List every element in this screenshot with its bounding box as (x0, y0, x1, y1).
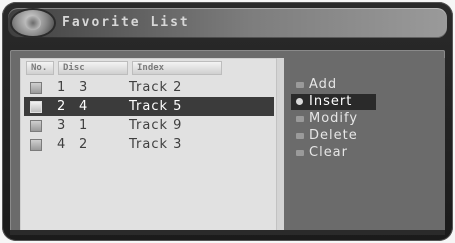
list-row-3[interactable]: 3 1 Track 9 (24, 116, 274, 135)
list-header: No. Disc Index (26, 61, 222, 75)
menu-item-label: Modify (309, 111, 359, 126)
row-track: Track 3 (129, 137, 183, 152)
row-number: 1 (57, 80, 67, 95)
row-number: 2 (57, 99, 67, 114)
list-scrollbar[interactable] (276, 58, 284, 235)
action-menu: Add Insert Modify Delete Clear (291, 77, 377, 162)
menu-item-modify[interactable]: Modify (291, 111, 377, 127)
row-disc: 4 (79, 99, 89, 114)
checkbox-icon[interactable] (30, 139, 42, 151)
checkbox-icon[interactable] (30, 101, 42, 113)
header-disc: Disc (58, 61, 128, 75)
bullet-icon (296, 133, 304, 139)
row-track: Track 9 (129, 118, 183, 133)
row-disc: 2 (79, 137, 89, 152)
row-number: 3 (57, 118, 67, 133)
page-title: Favorite List (62, 15, 190, 30)
bullet-icon (296, 150, 304, 156)
bullet-icon (296, 82, 304, 88)
row-disc: 3 (79, 80, 89, 95)
list-row-1[interactable]: 1 3 Track 2 (24, 78, 274, 97)
menu-item-delete[interactable]: Delete (291, 128, 377, 144)
menu-item-clear[interactable]: Clear (291, 145, 377, 161)
menu-item-label: Delete (309, 128, 358, 143)
row-track: Track 5 (129, 99, 183, 114)
favorite-list: 1 3 Track 2 2 4 Track 5 3 1 Track 9 4 2 … (24, 78, 274, 154)
row-disc: 1 (79, 118, 89, 133)
row-number: 4 (57, 137, 67, 152)
menu-item-label: Add (309, 77, 338, 92)
checkbox-icon[interactable] (30, 82, 42, 94)
disc-logo-icon (12, 10, 54, 36)
checkbox-icon[interactable] (30, 120, 42, 132)
bullet-icon (296, 98, 303, 105)
header-index: Index (132, 61, 222, 75)
menu-item-label: Insert (309, 94, 353, 109)
bottom-bar (10, 230, 445, 235)
list-row-2[interactable]: 2 4 Track 5 (24, 97, 274, 116)
bullet-icon (296, 116, 304, 122)
menu-item-insert[interactable]: Insert (291, 94, 376, 110)
menu-item-add[interactable]: Add (291, 77, 377, 93)
list-row-4[interactable]: 4 2 Track 3 (24, 135, 274, 154)
header-no: No. (26, 61, 54, 75)
row-track: Track 2 (129, 80, 183, 95)
menu-item-label: Clear (309, 145, 348, 160)
